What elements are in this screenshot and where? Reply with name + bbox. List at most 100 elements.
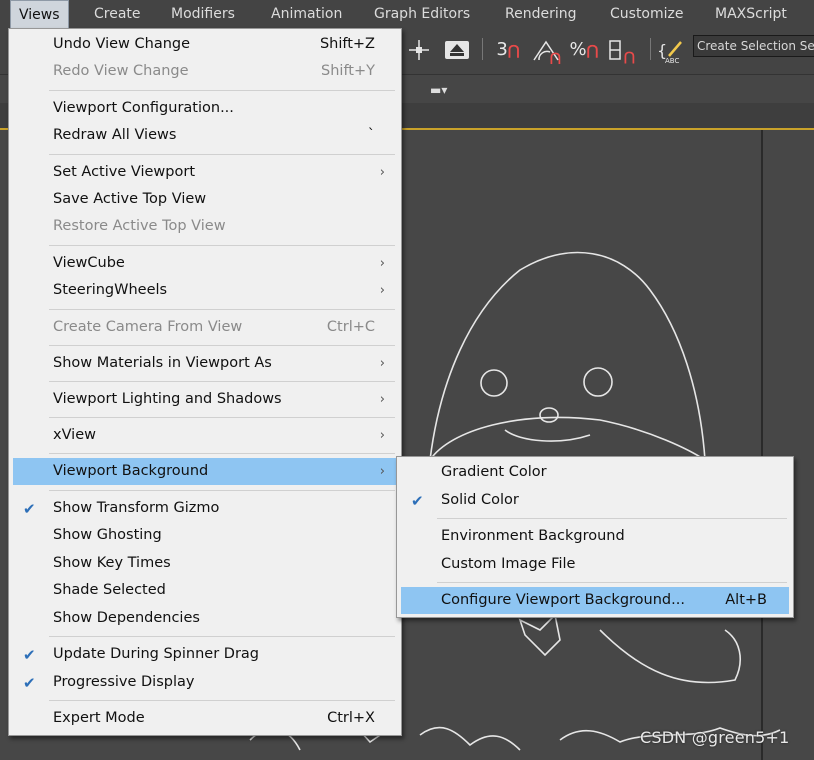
move-pivot-icon[interactable] [403, 36, 435, 64]
percent-snap-icon[interactable]: %⋂ [566, 36, 602, 64]
menu-item-label: Custom Image File [441, 556, 576, 572]
menu-item-show-key-times[interactable]: Show Key Times [13, 550, 397, 577]
create-selection-set-field[interactable]: Create Selection Se [693, 35, 814, 57]
menu-item-label: SteeringWheels [53, 282, 168, 298]
menu-item-viewcube[interactable]: ViewCube › [13, 250, 397, 277]
menu-item-label: Show Transform Gizmo [53, 500, 220, 516]
menu-item-viewport-configuration[interactable]: Viewport Configuration... [13, 95, 397, 122]
toolbar-separator [482, 38, 483, 60]
menu-item-label: Viewport Background [53, 463, 209, 479]
percent-label: % [569, 39, 587, 60]
menu-separator [49, 453, 395, 454]
menu-item-label: Redo View Change [53, 63, 189, 79]
menu-item-label: Show Dependencies [53, 610, 200, 626]
checkmark-icon: ✔ [23, 500, 36, 518]
menu-separator [49, 154, 395, 155]
menu-item-label: Save Active Top View [53, 191, 207, 207]
menubar: Views Create Modifiers Animation Graph E… [0, 0, 814, 29]
snap-toggle-icon[interactable]: 3⋂ [490, 36, 526, 64]
chevron-right-icon: › [379, 283, 385, 298]
menu-item-redraw-all-views[interactable]: Redraw All Views ` [13, 122, 397, 149]
svg-text:⋂: ⋂ [624, 50, 635, 64]
menu-animation[interactable]: Animation [263, 0, 350, 28]
menu-item-custom-image-file[interactable]: Custom Image File [401, 551, 789, 578]
spinner-snap-icon[interactable]: ⋂ [606, 36, 642, 65]
menu-item-save-active-top-view[interactable]: Save Active Top View [13, 186, 397, 213]
edit-named-selection-icon[interactable]: {ABC [655, 36, 689, 65]
checkmark-icon: ✔ [23, 674, 36, 692]
viewport-dropdown-icon[interactable]: ▬▾ [430, 83, 447, 97]
menu-item-environment-background[interactable]: Environment Background [401, 523, 789, 550]
menu-item-label: Solid Color [441, 492, 519, 508]
menu-item-label: Environment Background [441, 528, 625, 544]
menu-create[interactable]: Create [86, 0, 149, 28]
angle-snap-icon[interactable]: ⋂ [530, 36, 564, 66]
menu-item-viewport-background[interactable]: Viewport Background › [13, 458, 397, 485]
menu-item-undo-view-change[interactable]: Undo View Change Shift+Z [13, 31, 397, 58]
menu-item-shade-selected[interactable]: Shade Selected [13, 577, 397, 604]
menu-separator [49, 700, 395, 701]
shortcut-label: ` [367, 127, 375, 143]
svg-text:ABC: ABC [665, 57, 679, 64]
menu-item-label: Shade Selected [53, 582, 166, 598]
menu-item-redo-view-change: Redo View Change Shift+Y [13, 58, 397, 85]
menu-item-label: ViewCube [53, 255, 125, 271]
shortcut-label: Ctrl+X [327, 710, 375, 726]
menu-item-label: Expert Mode [53, 710, 145, 726]
menu-views[interactable]: Views [10, 0, 69, 28]
menu-maxscript[interactable]: MAXScript [707, 0, 795, 28]
menu-separator [49, 381, 395, 382]
menu-item-label: Create Camera From View [53, 319, 243, 335]
menu-separator [437, 518, 787, 519]
menu-item-label: xView [53, 427, 96, 443]
align-icon[interactable] [442, 36, 472, 64]
menu-separator [49, 345, 395, 346]
menu-item-label: Restore Active Top View [53, 218, 226, 234]
menu-item-expert-mode[interactable]: Expert Mode Ctrl+X [13, 705, 397, 732]
menu-item-viewport-lighting-and-shadows[interactable]: Viewport Lighting and Shadows › [13, 386, 397, 413]
menu-rendering[interactable]: Rendering [497, 0, 585, 28]
chevron-right-icon: › [379, 464, 385, 479]
menu-modifiers[interactable]: Modifiers [163, 0, 243, 28]
menu-item-xview[interactable]: xView › [13, 422, 397, 449]
menu-item-label: Undo View Change [53, 36, 191, 52]
menu-separator [49, 90, 395, 91]
shortcut-label: Shift+Y [321, 63, 375, 79]
viewport-background-submenu: Gradient Color ✔ Solid Color Environment… [396, 456, 794, 618]
snap-label: 3 [496, 39, 508, 60]
menu-item-show-materials-in-viewport-as[interactable]: Show Materials in Viewport As › [13, 350, 397, 377]
menu-separator [49, 417, 395, 418]
menu-item-label: Update During Spinner Drag [53, 646, 259, 662]
menu-item-label: Show Key Times [53, 555, 171, 571]
shortcut-label: Shift+Z [319, 36, 375, 52]
menu-item-label: Set Active Viewport [53, 164, 196, 180]
menu-item-restore-active-top-view: Restore Active Top View [13, 213, 397, 240]
menu-separator [49, 245, 395, 246]
menu-item-steeringwheels[interactable]: SteeringWheels › [13, 277, 397, 304]
menu-item-show-dependencies[interactable]: Show Dependencies [13, 605, 397, 632]
menu-item-progressive-display[interactable]: ✔ Progressive Display [13, 669, 397, 696]
menu-item-update-during-spinner-drag[interactable]: ✔ Update During Spinner Drag [13, 641, 397, 668]
menu-separator [49, 309, 395, 310]
menu-item-show-ghosting[interactable]: Show Ghosting [13, 522, 397, 549]
menu-item-label: Viewport Lighting and Shadows [53, 391, 282, 407]
toolbar-separator [650, 38, 651, 60]
views-menu: Undo View Change Shift+Z Redo View Chang… [8, 28, 402, 736]
menu-item-label: Show Ghosting [53, 527, 162, 543]
menu-customize[interactable]: Customize [602, 0, 692, 28]
menu-item-label: Gradient Color [441, 464, 547, 480]
menu-separator [49, 636, 395, 637]
menu-item-label: Progressive Display [53, 674, 195, 690]
menu-item-solid-color[interactable]: ✔ Solid Color [401, 487, 789, 514]
shortcut-label: Alt+B [725, 592, 767, 608]
svg-text:⋂: ⋂ [550, 51, 561, 64]
menu-item-gradient-color[interactable]: Gradient Color [401, 459, 789, 486]
checkmark-icon: ✔ [411, 492, 424, 510]
menu-separator [49, 490, 395, 491]
menu-item-label: Redraw All Views [53, 127, 177, 143]
menu-item-configure-viewport-background[interactable]: Configure Viewport Background... Alt+B [401, 587, 789, 614]
menu-item-show-transform-gizmo[interactable]: ✔ Show Transform Gizmo [13, 495, 397, 522]
menu-item-set-active-viewport[interactable]: Set Active Viewport › [13, 159, 397, 186]
chevron-right-icon: › [379, 428, 385, 443]
menu-graph-editors[interactable]: Graph Editors [366, 0, 478, 28]
